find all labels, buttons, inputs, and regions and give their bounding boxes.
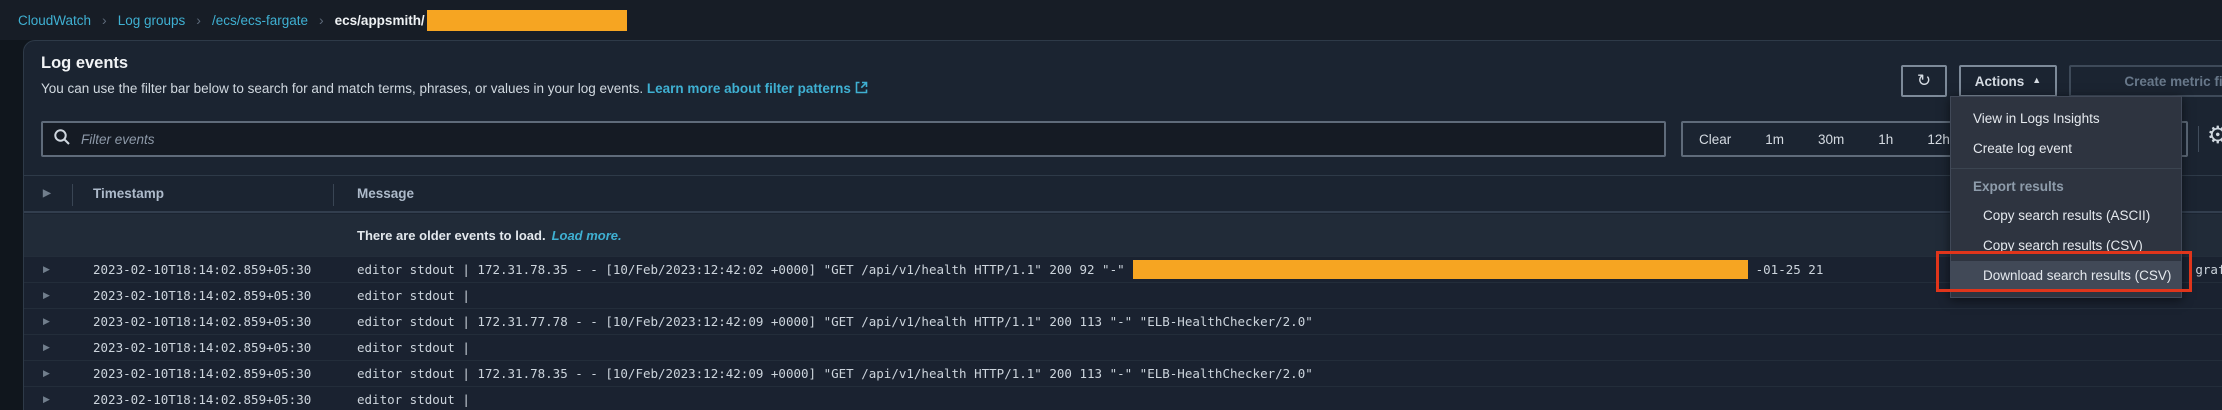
panel-description: You can use the filter bar below to sear… <box>41 81 868 97</box>
log-timestamp: 2023-02-10T18:14:02.859+05:30 <box>93 288 311 303</box>
time-range-clear[interactable]: Clear <box>1699 132 1731 147</box>
expand-caret-icon[interactable]: ▶ <box>43 343 50 353</box>
gear-icon[interactable]: ⚙ <box>2207 121 2222 149</box>
filter-events-box <box>41 121 1666 157</box>
breadcrumb-item-cloudwatch[interactable]: CloudWatch <box>18 13 91 28</box>
menu-item-copy-search-results-ascii[interactable]: Copy search results (ASCII) <box>1951 201 2181 231</box>
log-message: editor stdout | <box>357 392 470 407</box>
create-metric-filter-button[interactable]: Create metric filter <box>2069 65 2222 97</box>
breadcrumb-item-ecs-fargate[interactable]: /ecs/ecs-fargate <box>212 13 308 28</box>
breadcrumb-separator: › <box>102 12 107 28</box>
learn-more-link[interactable]: Learn more about filter patterns <box>647 81 868 96</box>
column-header-message: Message <box>357 186 414 201</box>
redaction-block <box>1133 260 1748 279</box>
actions-button[interactable]: Actions ▲ <box>1959 65 2057 97</box>
log-event-row[interactable]: ▶ 2023-02-10T18:14:02.859+05:30 editor s… <box>24 308 2222 334</box>
log-event-row[interactable]: ▶ 2023-02-10T18:14:02.859+05:30 editor s… <box>24 282 2222 308</box>
menu-item-view-in-logs-insights[interactable]: View in Logs Insights <box>1951 104 2181 134</box>
external-link-icon <box>855 81 868 97</box>
create-metric-filter-label: Create metric filter <box>2124 74 2222 89</box>
refresh-button[interactable]: ↻ <box>1901 65 1947 97</box>
breadcrumb-separator: › <box>196 12 201 28</box>
log-timestamp: 2023-02-10T18:14:02.859+05:30 <box>93 366 311 381</box>
expand-caret-icon[interactable]: ▶ <box>43 291 50 301</box>
caret-up-icon: ▲ <box>2032 75 2041 85</box>
toolbar-divider <box>2198 126 2199 152</box>
expand-caret-icon: ▶ <box>43 188 51 199</box>
actions-button-label: Actions <box>1975 74 2025 89</box>
menu-item-download-search-results-csv[interactable]: Download search results (CSV) <box>1951 261 2181 291</box>
actions-menu: View in Logs Insights Create log event E… <box>1950 96 2182 298</box>
log-event-row[interactable]: ▶ 2023-02-10T18:14:02.859+05:30 editor s… <box>24 386 2222 410</box>
log-message: editor stdout | 172.31.77.78 - - [10/Feb… <box>357 314 1313 329</box>
time-range-1m[interactable]: 1m <box>1765 132 1784 147</box>
log-timestamp: 2023-02-10T18:14:02.859+05:30 <box>93 314 311 329</box>
expand-caret-icon[interactable]: ▶ <box>43 369 50 379</box>
refresh-icon: ↻ <box>1917 71 1931 91</box>
column-divider <box>333 184 334 206</box>
load-more-link[interactable]: Load more. <box>552 228 622 243</box>
load-more-row: There are older events to load. Load mor… <box>24 214 2222 256</box>
description-text: You can use the filter bar below to sear… <box>41 81 643 96</box>
filter-events-input[interactable] <box>81 132 1654 147</box>
menu-divider <box>1951 168 2181 169</box>
menu-section-export-results: Export results <box>1951 173 2181 201</box>
breadcrumb-item-current: ecs/appsmith/ <box>335 13 425 28</box>
menu-item-create-log-event[interactable]: Create log event <box>1951 134 2181 164</box>
time-range-12h[interactable]: 12h <box>1927 132 1950 147</box>
time-range-30m[interactable]: 30m <box>1818 132 1844 147</box>
log-message: editor stdout | 172.31.78.35 - - [10/Feb… <box>357 366 1313 381</box>
column-header-timestamp: Timestamp <box>93 186 164 201</box>
log-message: editor stdout | <box>357 288 470 303</box>
log-rows: There are older events to load. Load mor… <box>24 214 2222 410</box>
log-timestamp: 2023-02-10T18:14:02.859+05:30 <box>93 392 311 407</box>
log-timestamp: 2023-02-10T18:14:02.859+05:30 <box>93 340 311 355</box>
log-message: editor stdout | 172.31.78.35 - - [10/Feb… <box>357 260 2222 279</box>
breadcrumb-item-log-groups[interactable]: Log groups <box>118 13 186 28</box>
table-header: ▶ Timestamp Message <box>24 175 2222 213</box>
breadcrumb-separator: › <box>319 12 324 28</box>
log-event-row[interactable]: ▶ 2023-02-10T18:14:02.859+05:30 editor s… <box>24 334 2222 360</box>
redaction-block <box>427 10 627 31</box>
column-divider <box>72 184 73 206</box>
page-title: Log events <box>41 54 128 73</box>
log-event-row[interactable]: ▶ 2023-02-10T18:14:02.859+05:30 editor s… <box>24 360 2222 386</box>
expand-caret-icon[interactable]: ▶ <box>43 317 50 327</box>
time-range-1h[interactable]: 1h <box>1878 132 1893 147</box>
menu-item-copy-search-results-csv[interactable]: Copy search results (CSV) <box>1951 231 2181 261</box>
search-icon <box>53 128 71 151</box>
expand-caret-icon[interactable]: ▶ <box>43 265 50 275</box>
log-timestamp: 2023-02-10T18:14:02.859+05:30 <box>93 262 311 277</box>
log-message: editor stdout | <box>357 340 470 355</box>
expand-caret-icon[interactable]: ▶ <box>43 395 50 405</box>
older-events-text: There are older events to load. <box>357 228 546 243</box>
breadcrumb: CloudWatch › Log groups › /ecs/ecs-farga… <box>0 0 2222 40</box>
log-event-row[interactable]: ▶ 2023-02-10T18:14:02.859+05:30 editor s… <box>24 256 2222 282</box>
log-events-panel: Log events You can use the filter bar be… <box>23 40 2222 410</box>
